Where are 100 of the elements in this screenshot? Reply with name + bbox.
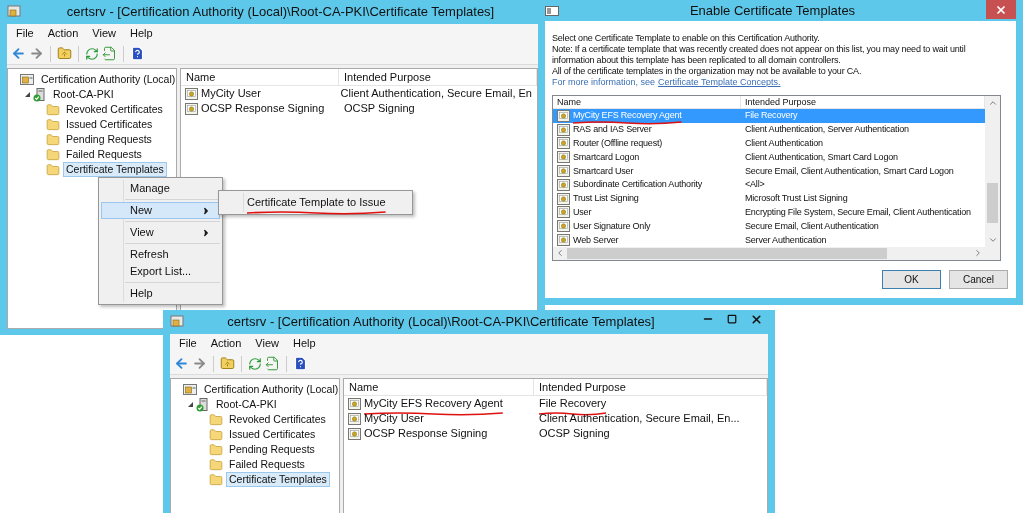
server-icon xyxy=(33,87,47,102)
list-item: Smartcard User xyxy=(573,165,634,176)
folder-icon xyxy=(209,457,223,472)
certificate-icon xyxy=(185,87,198,100)
list-row[interactable]: MyCity User Client Authentication, Secure Email, En... xyxy=(344,411,767,426)
ok-button[interactable]: OK xyxy=(882,270,941,289)
menu-item[interactable]: Manage xyxy=(101,180,220,197)
maximize-icon xyxy=(727,314,737,324)
list-item: MyCity User xyxy=(201,87,261,100)
list-row[interactable]: RAS and IAS Server Client Authentication, Server Authentication xyxy=(553,122,985,137)
table-cell-text: Server Authentication xyxy=(744,234,828,246)
list-row[interactable]: User Encrypting File System, Secure Email, Client Authentication xyxy=(553,205,985,220)
scrollbar-thumb[interactable] xyxy=(987,182,998,223)
list-item: MyCity User xyxy=(364,412,424,425)
menu-item[interactable]: View xyxy=(249,335,285,352)
list-row[interactable]: Smartcard Logon Client Authentication, Smart Card Logon xyxy=(553,150,985,165)
column-header[interactable]: Intended Purpose xyxy=(534,379,767,395)
list-row[interactable]: OCSP Response Signing OCSP Signing xyxy=(344,426,767,441)
tree-item[interactable]: Certificate Templates xyxy=(63,162,167,177)
certificate-icon xyxy=(557,192,570,205)
list-row[interactable]: Trust List Signing Microsoft Trust List Signing xyxy=(553,191,985,206)
menu-item[interactable]: Action xyxy=(204,335,248,352)
list-row[interactable]: Subordinate Certification Authority <All> xyxy=(553,178,985,192)
list-item: MyCity EFS Recovery Agent xyxy=(364,397,503,410)
list-row[interactable]: OCSP Response Signing OCSP Signing xyxy=(181,101,537,116)
scrollbar-thumb[interactable] xyxy=(567,247,887,259)
submenu-arrow-icon xyxy=(201,205,211,216)
horizontal-scrollbar[interactable] xyxy=(553,246,1000,260)
help-icon[interactable] xyxy=(130,46,145,61)
tree-item[interactable]: Certificate Templates xyxy=(226,472,330,487)
table-cell-text: Secure Email, Client Authentication xyxy=(744,220,880,232)
tree-item[interactable]: Root-CA-PKI xyxy=(213,397,280,412)
window-title: certsrv - [Certification Authority (Local)\Root-CA-PKI\Certificate Templates] xyxy=(227,313,655,332)
folder-icon xyxy=(46,132,60,147)
console-icon xyxy=(7,5,23,19)
tree-item[interactable]: Issued Certificates xyxy=(226,427,319,442)
tree-item[interactable]: Failed Requests xyxy=(63,147,145,162)
cancel-button[interactable]: Cancel xyxy=(949,270,1008,289)
menu-item[interactable]: View xyxy=(101,224,220,241)
list-row[interactable]: Smartcard User Secure Email, Client Authentication, Smart Card Logon xyxy=(553,164,985,178)
help-icon[interactable] xyxy=(293,356,308,371)
close-icon xyxy=(749,312,763,326)
tree-item[interactable]: Pending Requests xyxy=(226,442,318,457)
refresh-icon[interactable] xyxy=(248,356,262,371)
scroll-up-icon[interactable] xyxy=(987,98,998,108)
vertical-scrollbar[interactable] xyxy=(985,96,1000,247)
list-row[interactable]: Router (Offline request) Client Authentication xyxy=(553,136,985,151)
forward-icon[interactable] xyxy=(29,46,44,61)
submenu-arrow-icon xyxy=(201,227,211,238)
menu-item[interactable]: Refresh xyxy=(101,246,220,263)
column-header[interactable]: Intended Purpose xyxy=(339,69,537,85)
menu-item[interactable]: Certificate Template to Issue xyxy=(247,196,386,209)
column-header[interactable]: Name xyxy=(344,379,534,395)
dialog-text: Note: If a certificate template that was recently created does not appear on this list, you may need to wait until information about this template has been replicated to all domain controllers. xyxy=(552,44,967,66)
tree-item[interactable]: Revoked Certificates xyxy=(226,412,329,427)
close-icon xyxy=(995,3,1007,16)
tree-item[interactable]: Certification Authority (Local) xyxy=(201,382,342,397)
up-folder-icon[interactable] xyxy=(57,46,72,61)
refresh-icon[interactable] xyxy=(85,46,99,61)
tree-item[interactable]: Failed Requests xyxy=(226,457,308,472)
menu-item[interactable]: File xyxy=(173,335,203,352)
certificate-authority-icon xyxy=(183,382,198,397)
tree-item[interactable]: Issued Certificates xyxy=(63,117,156,132)
back-icon[interactable] xyxy=(174,356,189,371)
back-icon[interactable] xyxy=(11,46,26,61)
folder-icon xyxy=(46,117,60,132)
list-row[interactable]: User Signature Only Secure Email, Client Authentication xyxy=(553,219,985,234)
forward-icon[interactable] xyxy=(192,356,207,371)
menu-item[interactable]: Action xyxy=(41,25,85,42)
list-item: Trust List Signing xyxy=(573,193,639,204)
column-header[interactable]: Name xyxy=(181,69,339,85)
list-row[interactable]: Web Server Server Authentication xyxy=(553,233,985,247)
table-cell: OCSP Signing xyxy=(539,427,610,440)
tree-item[interactable]: Root-CA-PKI xyxy=(50,87,117,102)
menu-item[interactable]: Help xyxy=(123,25,159,42)
menu-item[interactable]: File xyxy=(10,25,40,42)
list-item: Subordinate Certification Authority xyxy=(573,179,703,190)
menu-item[interactable]: Export List... xyxy=(101,263,220,280)
list-item: Smartcard Logon xyxy=(573,151,640,162)
up-folder-icon[interactable] xyxy=(220,356,235,371)
list-row[interactable]: MyCity EFS Recovery Agent File Recovery xyxy=(344,396,767,411)
certificate-icon xyxy=(557,151,570,164)
window-title: certsrv - [Certification Authority (Local)\Root-CA-PKI\Certificate Templates] xyxy=(66,3,495,22)
tree-item[interactable]: Revoked Certificates xyxy=(63,102,166,117)
tree-item[interactable]: Pending Requests xyxy=(63,132,155,147)
scroll-left-icon[interactable] xyxy=(555,248,565,259)
export-icon[interactable] xyxy=(102,46,117,61)
scroll-right-icon[interactable] xyxy=(973,248,983,259)
menu-item[interactable]: Help xyxy=(286,335,322,352)
certificate-icon xyxy=(557,206,570,219)
list-row[interactable]: MyCity User Client Authentication, Secure Email, En xyxy=(181,86,537,101)
tree-item[interactable]: Certification Authority (Local) xyxy=(38,72,179,87)
column-header[interactable]: Name xyxy=(553,96,741,108)
menu-item[interactable]: Help xyxy=(101,285,220,302)
menu-item[interactable]: New xyxy=(101,202,220,219)
concepts-link[interactable]: Certificate Template Concepts. xyxy=(658,77,781,88)
expanded-arrow-icon[interactable] xyxy=(187,401,194,408)
expanded-arrow-icon[interactable] xyxy=(24,91,31,98)
export-icon[interactable] xyxy=(265,356,280,371)
menu-item[interactable]: View xyxy=(86,25,122,42)
